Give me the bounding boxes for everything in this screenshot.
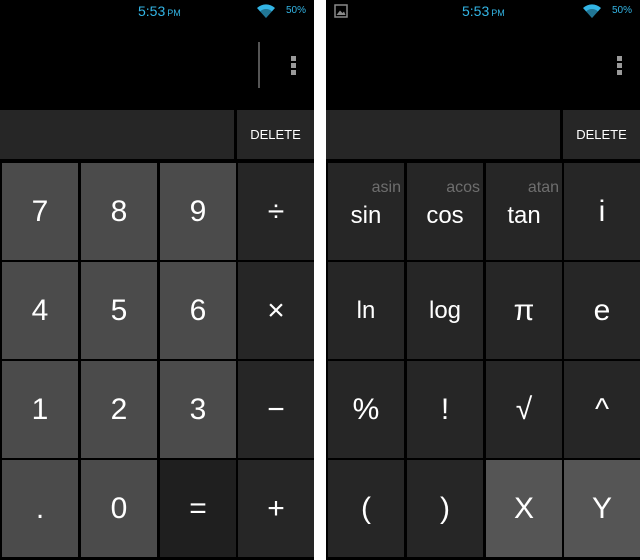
status-time-value: 5:53 bbox=[462, 3, 490, 19]
variable-x-label: X bbox=[513, 491, 534, 525]
advanced-calculator-screen: 5:53 PM 50% DELETE asin sin acos cos atan… bbox=[326, 0, 640, 560]
log-label: log bbox=[428, 296, 462, 324]
status-time: 5:53 PM bbox=[138, 3, 181, 19]
key-5-label: 5 bbox=[110, 293, 128, 327]
ln-button[interactable]: ln bbox=[328, 262, 404, 359]
key-9-label: 9 bbox=[189, 194, 207, 228]
key-1-label: 1 bbox=[31, 392, 49, 426]
variable-y-label: Y bbox=[591, 491, 612, 525]
calculator-display[interactable] bbox=[326, 22, 640, 110]
image-icon bbox=[334, 4, 348, 18]
multiply-button[interactable]: × bbox=[238, 262, 314, 359]
key-2[interactable]: 2 bbox=[81, 361, 157, 458]
log-button[interactable]: log bbox=[407, 262, 483, 359]
pi-label: π bbox=[513, 293, 535, 327]
decimal-point-label: . bbox=[35, 491, 45, 525]
cos-button[interactable]: acos cos bbox=[407, 163, 483, 260]
calculator-display[interactable] bbox=[0, 22, 314, 110]
left-paren-label: ( bbox=[361, 491, 371, 525]
multiply-label: × bbox=[267, 293, 285, 327]
formula-field bbox=[326, 110, 560, 159]
key-1[interactable]: 1 bbox=[2, 361, 78, 458]
status-ampm: PM bbox=[491, 8, 505, 18]
imaginary-i-label: i bbox=[598, 194, 606, 228]
delete-button[interactable]: DELETE bbox=[563, 110, 640, 159]
minus-label: − bbox=[267, 392, 285, 426]
overflow-menu-icon[interactable] bbox=[617, 56, 623, 76]
variable-x-button[interactable]: X bbox=[486, 460, 562, 557]
keypad: DELETE 7 8 9 ÷ 4 5 6 × 1 2 3 − . 0 = + bbox=[0, 110, 314, 560]
battery-percent: 50% bbox=[612, 5, 633, 16]
decimal-point-button[interactable]: . bbox=[2, 460, 78, 557]
key-3-label: 3 bbox=[189, 392, 207, 426]
asin-label: asin bbox=[371, 179, 401, 196]
sqrt-button[interactable]: √ bbox=[486, 361, 562, 458]
right-paren-label: ) bbox=[440, 491, 450, 525]
variable-y-button[interactable]: Y bbox=[564, 460, 640, 557]
delete-button[interactable]: DELETE bbox=[237, 110, 314, 159]
key-2-label: 2 bbox=[110, 392, 128, 426]
key-3[interactable]: 3 bbox=[160, 361, 236, 458]
key-8[interactable]: 8 bbox=[81, 163, 157, 260]
divide-button[interactable]: ÷ bbox=[238, 163, 314, 260]
equals-button[interactable]: = bbox=[160, 460, 236, 557]
equals-label: = bbox=[189, 491, 207, 525]
euler-e-label: e bbox=[593, 293, 611, 327]
factorial-label: ! bbox=[440, 392, 450, 426]
status-time-value: 5:53 bbox=[138, 3, 166, 19]
status-ampm: PM bbox=[167, 8, 181, 18]
tan-button[interactable]: atan tan bbox=[486, 163, 562, 260]
minus-button[interactable]: − bbox=[238, 361, 314, 458]
formula-field bbox=[0, 110, 234, 159]
factorial-button[interactable]: ! bbox=[407, 361, 483, 458]
overflow-menu-icon[interactable] bbox=[291, 56, 297, 76]
key-8-label: 8 bbox=[110, 194, 128, 228]
key-7[interactable]: 7 bbox=[2, 163, 78, 260]
battery-percent: 50% bbox=[286, 5, 307, 16]
right-paren-button[interactable]: ) bbox=[407, 460, 483, 557]
key-4-label: 4 bbox=[31, 293, 49, 327]
key-6-label: 6 bbox=[189, 293, 207, 327]
key-9[interactable]: 9 bbox=[160, 163, 236, 260]
atan-label: atan bbox=[527, 179, 559, 196]
pi-button[interactable]: π bbox=[486, 262, 562, 359]
percent-label: % bbox=[352, 392, 380, 426]
advanced-keypad: DELETE asin sin acos cos atan tan i ln l… bbox=[326, 110, 640, 560]
key-6[interactable]: 6 bbox=[160, 262, 236, 359]
plus-label: + bbox=[267, 491, 285, 525]
cos-label: cos bbox=[426, 201, 464, 229]
sin-label: sin bbox=[350, 201, 382, 229]
basic-calculator-screen: 5:53 PM 50% DELETE 7 8 9 ÷ 4 5 6 × 1 2 3 … bbox=[0, 0, 314, 560]
sin-button[interactable]: asin sin bbox=[328, 163, 404, 260]
left-paren-button[interactable]: ( bbox=[328, 460, 404, 557]
status-bar: 5:53 PM 50% bbox=[326, 0, 640, 22]
text-cursor bbox=[258, 42, 260, 88]
power-button[interactable]: ^ bbox=[564, 361, 640, 458]
key-5[interactable]: 5 bbox=[81, 262, 157, 359]
status-bar: 5:53 PM 50% bbox=[0, 0, 314, 22]
ln-label: ln bbox=[356, 296, 376, 324]
key-7-label: 7 bbox=[31, 194, 49, 228]
wifi-icon bbox=[583, 4, 601, 18]
divide-label: ÷ bbox=[267, 194, 285, 228]
imaginary-i-button[interactable]: i bbox=[564, 163, 640, 260]
percent-button[interactable]: % bbox=[328, 361, 404, 458]
acos-label: acos bbox=[446, 179, 480, 196]
status-time: 5:53 PM bbox=[462, 3, 505, 19]
tan-label: tan bbox=[507, 201, 541, 229]
sqrt-label: √ bbox=[515, 392, 533, 426]
key-0-label: 0 bbox=[110, 491, 128, 525]
key-0[interactable]: 0 bbox=[81, 460, 157, 557]
euler-e-button[interactable]: e bbox=[564, 262, 640, 359]
wifi-icon bbox=[257, 4, 275, 18]
power-label: ^ bbox=[594, 392, 610, 426]
plus-button[interactable]: + bbox=[238, 460, 314, 557]
key-4[interactable]: 4 bbox=[2, 262, 78, 359]
